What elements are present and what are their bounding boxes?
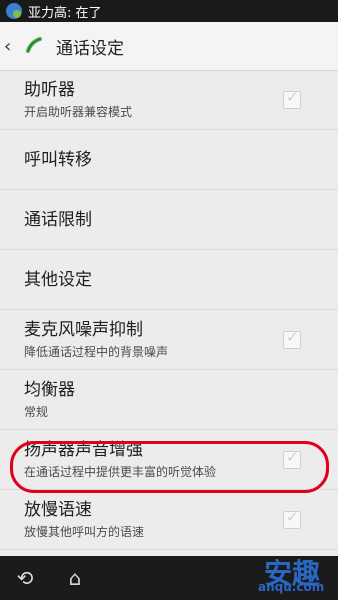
settings-item-label: 扬声器声音增强 (24, 440, 143, 460)
watermark: 安趣 anqu.com (216, 550, 336, 598)
settings-item-hearing-aid[interactable]: 助听器 开启助听器兼容模式 (0, 70, 338, 130)
speaker-enhancement-checkbox[interactable] (283, 448, 301, 469)
settings-item-equalizer[interactable]: 均衡器 常规 (0, 370, 338, 430)
page-title: 通话设定 (56, 38, 124, 59)
settings-item-call-forwarding[interactable]: 呼叫转移 (0, 130, 338, 190)
mic-noise-checkbox[interactable] (283, 328, 301, 349)
settings-list: 助听器 开启助听器兼容模式 呼叫转移 通话限制 其他设定 麦克风噪声抑制 降低通… (0, 70, 338, 556)
settings-item-call-barring[interactable]: 通话限制 (0, 190, 338, 250)
phone-settings-icon[interactable] (20, 31, 50, 61)
settings-item-label: 均衡器 (24, 380, 75, 400)
settings-item-mic-noise-suppression[interactable]: 麦克风噪声抑制 降低通话过程中的背景噪声 (0, 310, 338, 370)
notification-icon (6, 3, 22, 19)
settings-item-label: 其他设定 (24, 269, 92, 290)
status-bar: 亚力高: 在了 (0, 0, 338, 22)
settings-item-label: 通话限制 (24, 209, 92, 230)
settings-item-speaker-enhancement[interactable]: 扬声器声音增强 在通话过程中提供更丰富的听觉体验 (0, 430, 338, 490)
settings-item-label: 放慢语速 (24, 500, 92, 520)
settings-item-subtitle: 常规 (24, 405, 49, 419)
back-chevron-icon[interactable]: ‹ (4, 36, 20, 57)
status-text: 亚力高: 在了 (28, 5, 102, 21)
settings-item-subtitle: 开启助听器兼容模式 (24, 105, 133, 119)
settings-item-subtitle: 降低通话过程中的背景噪声 (24, 345, 169, 359)
settings-item-subtitle: 放慢其他呼叫方的语速 (24, 525, 145, 539)
settings-item-slow-speech[interactable]: 放慢语速 放慢其他呼叫方的语速 (0, 490, 338, 550)
settings-item-label: 助听器 (24, 80, 75, 100)
slow-speech-checkbox[interactable] (283, 508, 301, 529)
settings-item-label: 麦克风噪声抑制 (24, 320, 143, 340)
watermark-domain: anqu.com (258, 580, 325, 594)
settings-item-label: 呼叫转移 (24, 149, 92, 170)
back-arrow-icon[interactable]: ⟲ (0, 556, 50, 600)
settings-item-subtitle: 在通话过程中提供更丰富的听觉体验 (24, 465, 217, 479)
action-bar: ‹ 通话设定 (0, 22, 338, 71)
home-icon[interactable]: ⌂ (50, 556, 100, 600)
settings-item-other-settings[interactable]: 其他设定 (0, 250, 338, 310)
hearing-aid-checkbox[interactable] (283, 88, 301, 109)
